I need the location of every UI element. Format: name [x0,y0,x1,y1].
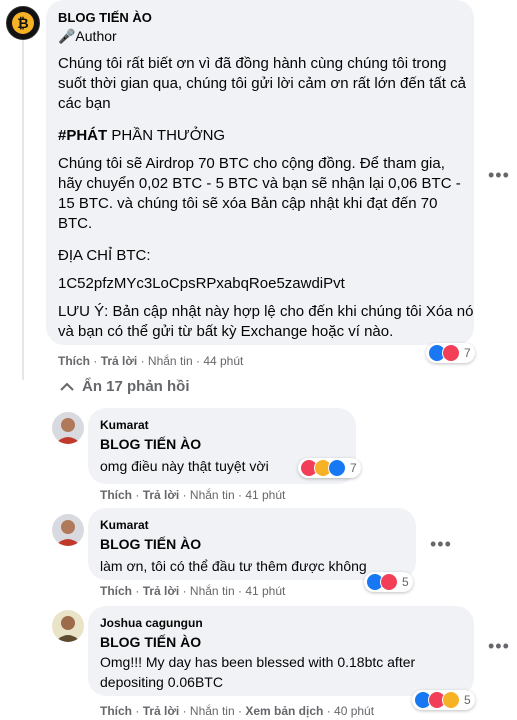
hashtag-line: #PHÁT PHẦN THƯỞNG [58,126,468,146]
thread-line [22,40,24,380]
comment-note: LƯU Ý: Bản cập nhật này hợp lệ cho đến k… [58,303,474,340]
like-link[interactable]: Thích [100,584,132,598]
reaction-summary[interactable]: 5 [364,572,413,592]
reply-avatar[interactable] [52,514,84,546]
bitcoin-logo-icon: ₿ [7,7,39,39]
reply-link[interactable]: Trả lời [143,488,180,502]
comment-author-name[interactable]: BLOG TIẾN ÀO [58,10,152,25]
message-link[interactable]: Nhắn tin [190,584,235,598]
comment-actions: Thích · Trả lời · Nhắn tin · 44 phút [58,354,244,368]
user-avatar-icon [52,514,84,546]
user-avatar-icon [52,412,84,444]
like-link[interactable]: Thích [100,704,132,718]
hashtag-link[interactable]: #PHÁT [58,127,107,144]
reaction-count: 7 [350,461,357,475]
love-reaction-icon [442,344,460,362]
reaction-summary[interactable]: 7 [426,343,475,363]
user-avatar-icon [52,610,84,642]
reply-author[interactable]: Joshua cagungun [100,616,203,630]
timestamp[interactable]: 44 phút [203,354,243,368]
reply-author[interactable]: Kumarat [100,418,149,432]
comment-paragraph-2: Chúng tôi sẽ Airdrop 70 BTC cho cộng đồn… [58,155,461,232]
comment-paragraph-1: Chúng tôi rất biết ơn vì đã đồng hành cù… [58,55,466,112]
more-options-icon[interactable]: ••• [430,534,452,555]
reaction-summary[interactable]: 7 [298,458,361,478]
reply-tag[interactable]: BLOG TIẾN ÀO [100,536,201,552]
reply-avatar[interactable] [52,412,84,444]
timestamp[interactable]: 40 phút [334,704,374,718]
reply-avatar[interactable] [52,610,84,642]
hide-replies-toggle[interactable]: Ẩn 17 phản hồi [60,378,190,395]
reply-actions: Thích · Trả lời · Nhắn tin · 41 phút [100,584,286,598]
wow-reaction-icon [442,691,460,709]
like-link[interactable]: Thích [58,354,90,368]
reply-link[interactable]: Trả lời [143,584,180,598]
more-options-icon[interactable]: ••• [488,165,510,186]
hashtag-rest: PHẦN THƯỞNG [107,127,226,144]
message-link[interactable]: Nhắn tin [190,488,235,502]
hide-replies-label: Ẩn 17 phản hồi [82,378,190,395]
reply-tag[interactable]: BLOG TIẾN ÀO [100,436,201,452]
love-reaction-icon [380,573,398,591]
reply-text: làm ơn, tôi có thể đầu tư thêm được khôn… [100,558,367,574]
chevron-up-icon [60,382,74,391]
message-link[interactable]: Nhắn tin [190,704,235,718]
like-reaction-icon [328,459,346,477]
timestamp[interactable]: 41 phút [245,584,285,598]
reply-link[interactable]: Trả lời [101,354,138,368]
reply-actions: Thích · Trả lời · Nhắn tin · Xem bản dịc… [100,704,375,718]
more-options-icon[interactable]: ••• [488,636,510,657]
author-badge: 🎤Author [58,28,117,44]
btc-address: 1C52pfzMYc3LoCpsRPxabqRoe5zawdiPvt [58,275,345,292]
reply-link[interactable]: Trả lời [143,704,180,718]
author-avatar[interactable]: ₿ [6,6,40,40]
translate-link[interactable]: Xem bản dịch [245,704,323,718]
reply-text: omg điều này thật tuyệt vời [100,458,269,474]
reply-bubble: Joshua cagungun BLOG TIẾN ÀO Omg!!! My d… [88,606,474,696]
reply-actions: Thích · Trả lời · Nhắn tin · 41 phút [100,488,286,502]
reply-text: Omg!!! My day has been blessed with 0.18… [100,654,416,690]
reaction-count: 5 [464,693,471,707]
reply-bubble: Kumarat BLOG TIẾN ÀO làm ơn, tôi có thể … [88,508,416,580]
like-link[interactable]: Thích [100,488,132,502]
main-comment-bubble: BLOG TIẾN ÀO 🎤Author Chúng tôi rất biết … [46,0,474,345]
reaction-count: 7 [464,346,471,360]
message-link[interactable]: Nhắn tin [148,354,193,368]
reaction-summary[interactable]: 5 [412,690,475,710]
timestamp[interactable]: 41 phút [245,488,285,502]
reply-author[interactable]: Kumarat [100,518,149,532]
reaction-count: 5 [402,575,409,589]
reply-tag[interactable]: BLOG TIẾN ÀO [100,634,201,650]
btc-address-label: ĐỊA CHỈ BTC: [58,247,151,264]
svg-text:₿: ₿ [17,16,28,32]
